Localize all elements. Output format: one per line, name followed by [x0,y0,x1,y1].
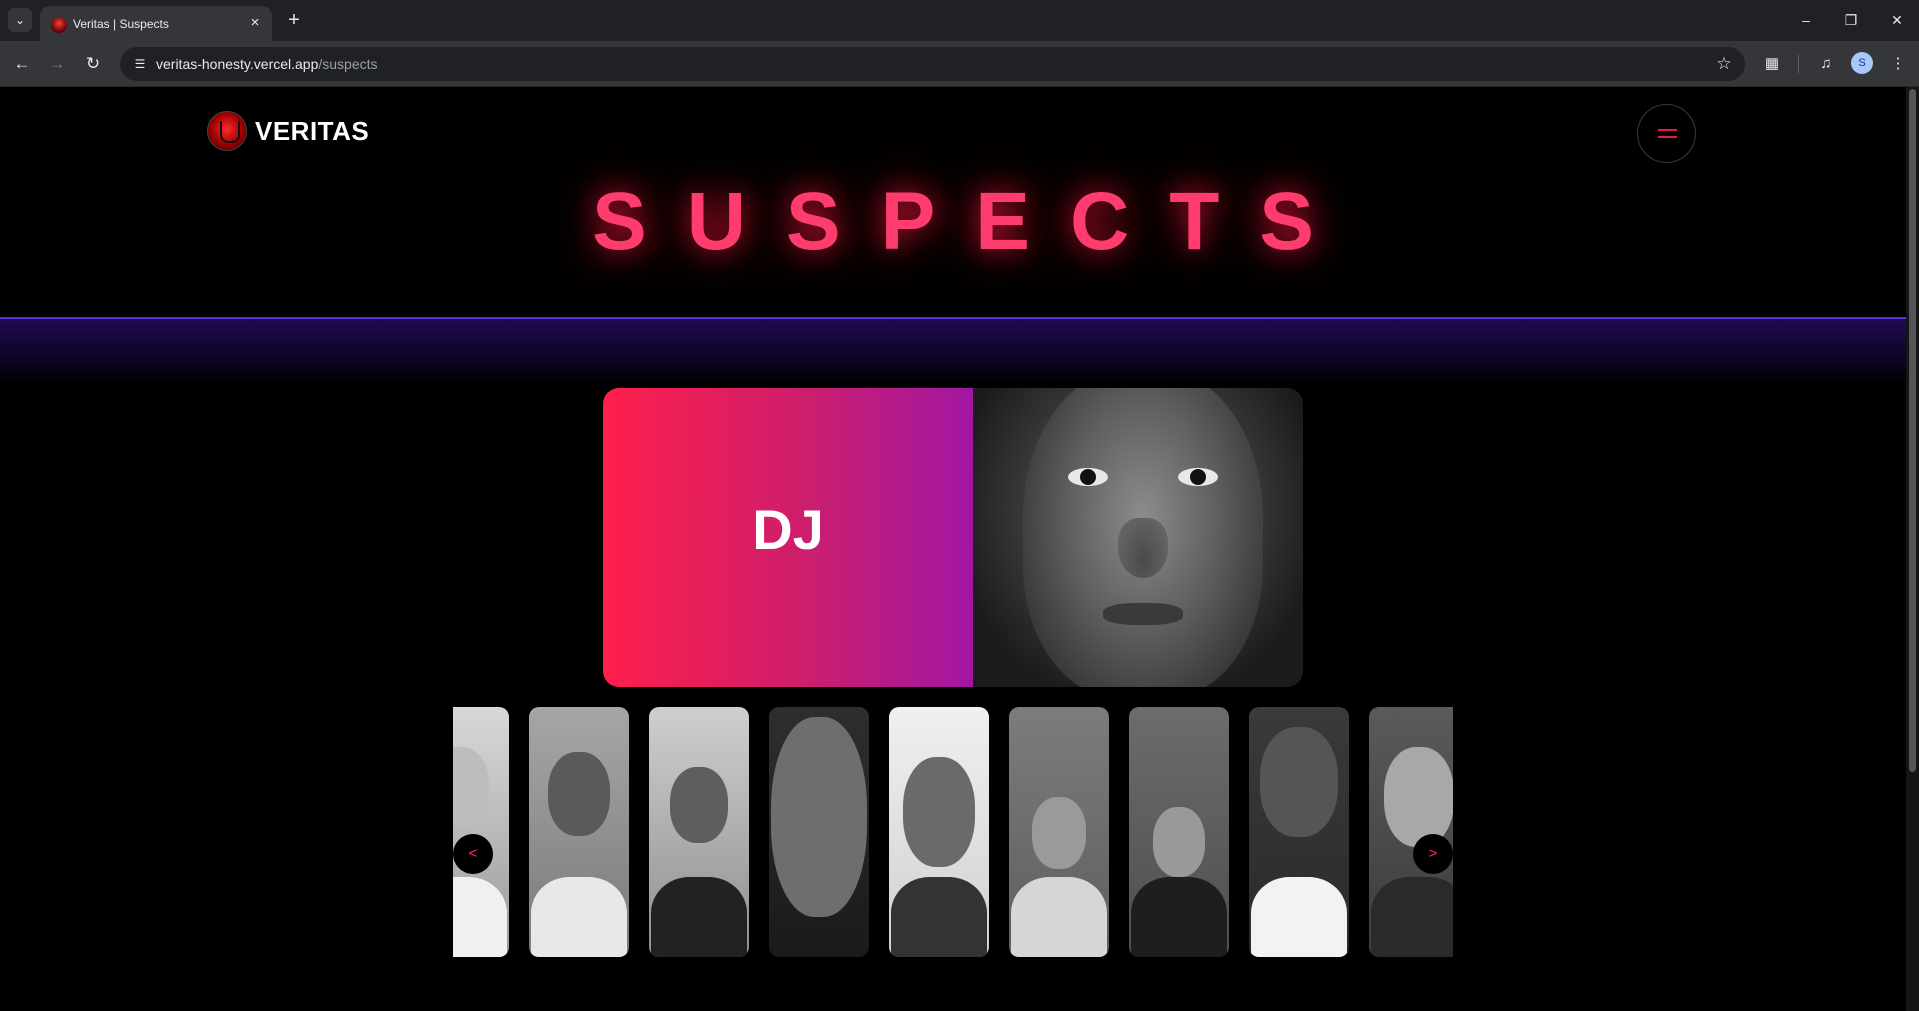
thumbnail-face [771,717,867,917]
thumbnail-face [670,767,728,843]
window-minimize-icon[interactable]: – [1792,8,1820,32]
thumbnail-face [1260,727,1338,837]
portrait-eye [1068,468,1108,486]
new-tab-plus-icon[interactable]: + [282,8,306,32]
menu-line-icon [1658,136,1677,138]
logo-text: VERITAS [255,115,370,146]
tab-title: Veritas | Suspects [73,17,169,31]
hamburger-menu-button[interactable] [1637,104,1696,163]
address-url[interactable]: veritas-honesty.vercel.app/suspects [156,56,378,72]
url-host: veritas-honesty.vercel.app [156,56,319,72]
thumbnail-body [1011,877,1107,957]
browser-tabstrip: ⌄ Veritas | Suspects × + – ❐ ✕ [0,0,1919,41]
thumbnail-body [1251,877,1347,957]
thumbnail-face [453,747,489,827]
portrait-nose [1118,518,1168,578]
page-viewport: VERITAS SUSPECTS DJ < > [0,87,1906,1011]
site-info-icon[interactable]: ☰ [130,54,150,74]
carousel-next-button[interactable]: > [1413,834,1453,874]
thumbnail-face [548,752,610,836]
suspect-thumbnail[interactable] [1129,707,1229,957]
window-close-icon[interactable]: ✕ [1883,8,1911,32]
browser-menu-kebab-icon[interactable]: ⋮ [1885,51,1911,77]
toolbar-divider [1798,55,1799,73]
address-bar[interactable]: ☰ veritas-honesty.vercel.app/suspects ☆ [120,47,1745,81]
thumbnail-body [453,877,507,957]
bookmark-star-icon[interactable]: ☆ [1713,53,1735,75]
thumbnail-body [1371,877,1453,957]
site-favicon-icon [51,17,67,33]
profile-avatar[interactable]: S [1851,52,1873,74]
menu-line-icon [1658,129,1677,131]
thumbnail-face [903,757,975,867]
thumbnail-face [1153,807,1205,877]
url-path: /suspects [318,56,378,72]
tab-close-icon[interactable]: × [246,14,264,32]
thumbnail-face [1032,797,1086,869]
extensions-puzzle-icon[interactable]: ▦ [1759,51,1785,77]
section-divider [0,317,1906,319]
carousel-prev-button[interactable]: < [453,834,493,874]
portrait-face [1023,388,1263,687]
scrollbar-thumb[interactable] [1909,89,1916,772]
tab-search-icon[interactable]: ⌄ [8,8,32,32]
suspect-thumbnail[interactable] [1009,707,1109,957]
page-title: SUSPECTS [592,176,1354,267]
browser-toolbar: ← → ↻ ☰ veritas-honesty.vercel.app/suspe… [0,41,1919,87]
thumbnail-body [891,877,987,957]
portrait-eye [1178,468,1218,486]
veritas-logo-icon [207,111,247,151]
window-restore-icon[interactable]: ❐ [1837,8,1865,32]
thumbnail-face [1384,747,1453,847]
site-logo[interactable]: VERITAS [207,111,369,151]
featured-suspect-name: DJ [752,498,824,561]
reload-icon[interactable]: ↻ [80,51,106,77]
featured-name-panel: DJ [603,388,973,687]
suspect-thumbnail[interactable] [1249,707,1349,957]
thumbnail-body [531,877,627,957]
media-controls-icon[interactable]: ♫ [1813,51,1839,77]
forward-arrow-icon[interactable]: → [44,51,70,77]
suspect-thumbnail[interactable] [889,707,989,957]
featured-suspect-card[interactable]: DJ [603,388,1303,687]
suspect-thumbnail[interactable] [529,707,629,957]
page-scrollbar[interactable] [1906,87,1919,1011]
suspect-thumbnail-carousel [453,707,1453,957]
featured-suspect-photo [973,388,1303,687]
portrait-mouth [1103,603,1183,625]
suspect-thumbnail[interactable] [769,707,869,957]
back-arrow-icon[interactable]: ← [9,51,35,77]
suspect-thumbnail[interactable] [649,707,749,957]
thumbnail-body [1131,877,1227,957]
thumbnail-body [651,877,747,957]
browser-tab-active[interactable]: Veritas | Suspects × [40,6,272,41]
suspect-thumbnail[interactable] [1369,707,1453,957]
section-divider-glow [0,317,1906,387]
suspect-thumbnail[interactable] [453,707,509,957]
